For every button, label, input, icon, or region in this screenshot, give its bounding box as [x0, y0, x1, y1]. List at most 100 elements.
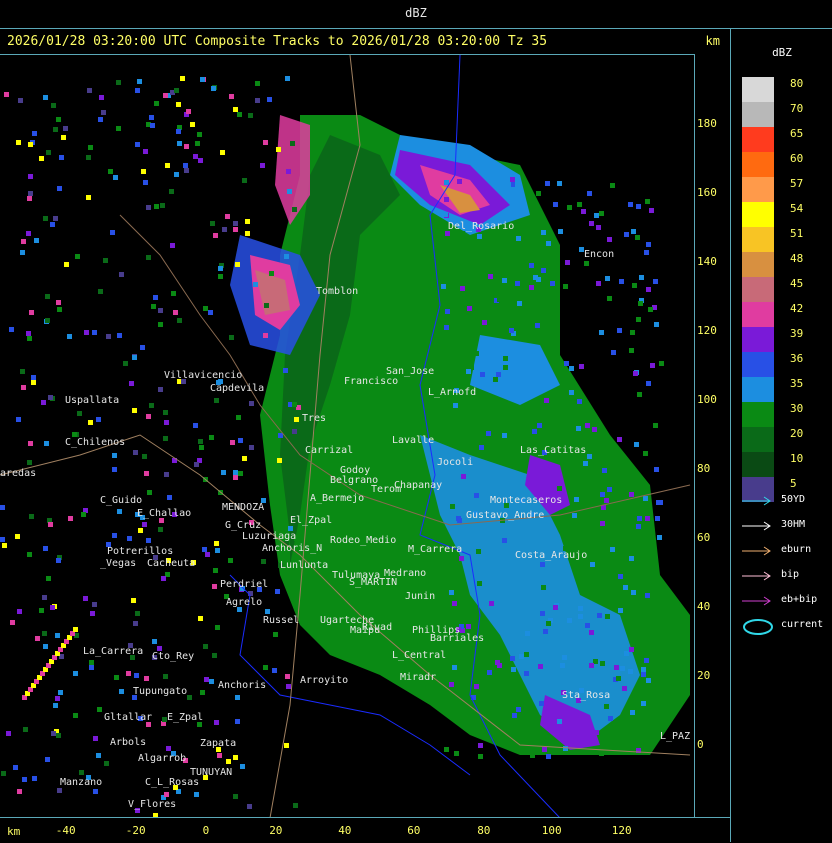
echo-pixel — [589, 630, 594, 635]
echo-pixel — [22, 777, 27, 782]
echo-pixel — [285, 76, 290, 81]
legend-swatch — [742, 277, 774, 302]
echo-pixel — [512, 713, 517, 718]
echo-pixel — [558, 229, 563, 234]
echo-pixel — [267, 97, 272, 102]
echo-pixel — [173, 310, 178, 315]
legend-panel: dBZ 80 70 65 60 57 54 51 48 45 42 39 36 35 30 20 10 5 50Y… — [730, 28, 832, 842]
echo-pixel — [263, 140, 268, 145]
echo-pixel — [46, 576, 51, 581]
echo-pixel — [510, 656, 515, 661]
echo-pixel — [88, 145, 93, 150]
echo-pixel — [67, 334, 72, 339]
echo-pixel — [119, 272, 124, 277]
echo-pixel — [98, 289, 103, 294]
echo-pixel — [511, 667, 516, 672]
echo-pixel — [4, 92, 9, 97]
echo-pixel — [563, 746, 568, 751]
legend-swatch — [742, 402, 774, 427]
echo-pixel — [628, 202, 633, 207]
echo-pixel — [294, 417, 299, 422]
y-axis: 180 160 140 120 100 80 60 40 20 0 — [695, 54, 730, 817]
place-label: L_Arnofd — [428, 387, 477, 398]
echo-pixel — [453, 403, 458, 408]
echo-pixel — [579, 364, 584, 369]
legend-current-row: current — [742, 618, 832, 638]
echo-pixel — [653, 279, 658, 284]
echo-pixel — [497, 663, 502, 668]
y-tick-label: 140 — [697, 255, 717, 268]
echo-pixel — [532, 429, 537, 434]
echo-pixel — [650, 363, 655, 368]
echo-pixel — [605, 276, 610, 281]
place-label: aredas — [0, 468, 37, 479]
place-label: C_Guido — [100, 495, 143, 506]
echo-pixel — [183, 163, 188, 168]
echo-pixel — [474, 493, 479, 498]
y-tick-label: 20 — [697, 669, 711, 682]
echo-pixel — [549, 303, 554, 308]
echo-pixel — [158, 308, 163, 313]
echo-pixel — [45, 318, 50, 323]
echo-pixel — [43, 546, 48, 551]
echo-pixel — [632, 283, 637, 288]
echo-pixel — [135, 142, 140, 147]
echo-pixel — [32, 776, 37, 781]
echo-pixel — [276, 147, 281, 152]
echo-pixel — [590, 562, 595, 567]
echo-pixel — [496, 372, 501, 377]
legend-swatch — [742, 202, 774, 227]
echo-pixel — [87, 88, 92, 93]
radar-map[interactable]: Uspallata C_Chilenos aredas C_Guido E_Challa… — [0, 54, 695, 818]
echo-pixel — [200, 690, 205, 695]
echo-pixel — [233, 475, 238, 480]
echo-pixel — [607, 237, 612, 242]
echo-pixel — [599, 751, 604, 756]
echo-pixel — [56, 733, 61, 738]
echo-pixel — [644, 250, 649, 255]
echo-pixel — [567, 618, 572, 623]
echo-pixel — [581, 209, 586, 214]
echo-pixel — [284, 743, 289, 748]
echo-pixel — [240, 764, 245, 769]
echo-pixel — [16, 140, 21, 145]
echo-pixel — [614, 665, 619, 670]
echo-pixel — [48, 522, 53, 527]
echo-pixel — [176, 129, 181, 134]
legend-unit: dBZ — [772, 46, 792, 59]
echo-pixel — [187, 695, 192, 700]
echo-pixel — [230, 440, 235, 445]
echo-pixel — [137, 79, 142, 84]
legend-scale-row: 65 — [742, 127, 832, 152]
echo-pixel — [226, 759, 231, 764]
echo-pixel — [638, 301, 643, 306]
echo-pixel — [186, 109, 191, 114]
echo-pixel — [519, 654, 524, 659]
echo-pixel — [64, 262, 69, 267]
place-label: Algarrob — [138, 753, 187, 764]
echo-pixel — [618, 574, 623, 579]
echo-pixel — [163, 674, 168, 679]
echo-pixel — [176, 102, 181, 107]
legend-swatch — [742, 227, 774, 252]
echo-pixel — [154, 204, 159, 209]
echo-pixel — [101, 110, 106, 115]
echo-pixel — [215, 625, 220, 630]
echo-pixel — [620, 666, 625, 671]
legend-swatch — [742, 127, 774, 152]
echo-pixel — [57, 307, 62, 312]
place-label: E_Challao — [137, 508, 192, 519]
current-ellipse-icon — [743, 619, 773, 635]
echo-pixel — [542, 747, 547, 752]
echo-pixel — [213, 233, 218, 238]
echo-pixel — [214, 720, 219, 725]
echo-pixel — [645, 593, 650, 598]
echo-pixel — [594, 730, 599, 735]
echo-pixel — [222, 227, 227, 232]
echo-pixel — [604, 498, 609, 503]
place-label: Tres — [302, 413, 327, 424]
echo-pixel — [293, 803, 298, 808]
place-label: _Vegas — [100, 558, 137, 569]
echo-pixel — [641, 667, 646, 672]
echo-pixel — [132, 355, 137, 360]
